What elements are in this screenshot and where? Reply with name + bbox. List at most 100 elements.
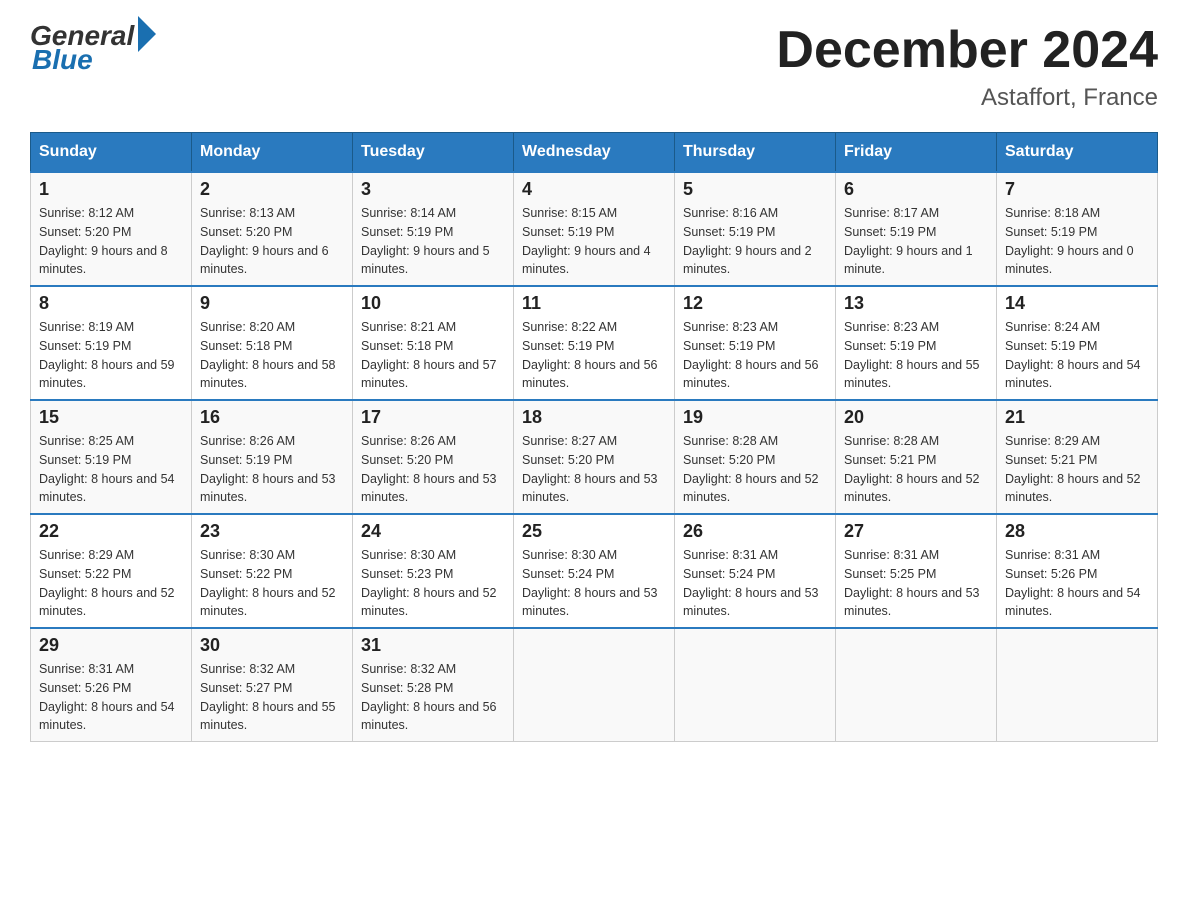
calendar-week-row: 22 Sunrise: 8:29 AMSunset: 5:22 PMDayligh…	[31, 514, 1158, 628]
day-info: Sunrise: 8:17 AMSunset: 5:19 PMDaylight:…	[844, 204, 988, 279]
col-header-sunday: Sunday	[31, 133, 192, 173]
calendar-week-row: 29 Sunrise: 8:31 AMSunset: 5:26 PMDayligh…	[31, 628, 1158, 742]
day-info: Sunrise: 8:22 AMSunset: 5:19 PMDaylight:…	[522, 318, 666, 393]
day-info: Sunrise: 8:26 AMSunset: 5:19 PMDaylight:…	[200, 432, 344, 507]
day-number: 11	[522, 293, 666, 314]
day-info: Sunrise: 8:26 AMSunset: 5:20 PMDaylight:…	[361, 432, 505, 507]
day-number: 16	[200, 407, 344, 428]
calendar-cell	[836, 628, 997, 742]
calendar-cell	[675, 628, 836, 742]
calendar-header-row: SundayMondayTuesdayWednesdayThursdayFrid…	[31, 133, 1158, 173]
calendar-cell: 9 Sunrise: 8:20 AMSunset: 5:18 PMDaylight…	[192, 286, 353, 400]
day-number: 27	[844, 521, 988, 542]
calendar-cell: 21 Sunrise: 8:29 AMSunset: 5:21 PMDayligh…	[997, 400, 1158, 514]
calendar-week-row: 8 Sunrise: 8:19 AMSunset: 5:19 PMDaylight…	[31, 286, 1158, 400]
day-number: 5	[683, 179, 827, 200]
col-header-tuesday: Tuesday	[353, 133, 514, 173]
day-info: Sunrise: 8:32 AMSunset: 5:28 PMDaylight:…	[361, 660, 505, 735]
day-info: Sunrise: 8:28 AMSunset: 5:20 PMDaylight:…	[683, 432, 827, 507]
day-info: Sunrise: 8:19 AMSunset: 5:19 PMDaylight:…	[39, 318, 183, 393]
calendar-cell: 4 Sunrise: 8:15 AMSunset: 5:19 PMDaylight…	[514, 172, 675, 286]
day-info: Sunrise: 8:29 AMSunset: 5:22 PMDaylight:…	[39, 546, 183, 621]
day-number: 2	[200, 179, 344, 200]
day-number: 29	[39, 635, 183, 656]
calendar-cell: 16 Sunrise: 8:26 AMSunset: 5:19 PMDayligh…	[192, 400, 353, 514]
day-info: Sunrise: 8:32 AMSunset: 5:27 PMDaylight:…	[200, 660, 344, 735]
day-number: 1	[39, 179, 183, 200]
calendar-cell: 27 Sunrise: 8:31 AMSunset: 5:25 PMDayligh…	[836, 514, 997, 628]
col-header-monday: Monday	[192, 133, 353, 173]
logo-arrow-icon	[138, 16, 156, 52]
day-number: 10	[361, 293, 505, 314]
day-info: Sunrise: 8:18 AMSunset: 5:19 PMDaylight:…	[1005, 204, 1149, 279]
day-number: 14	[1005, 293, 1149, 314]
day-number: 15	[39, 407, 183, 428]
calendar-cell: 13Sunrise: 8:23 AMSunset: 5:19 PMDayligh…	[836, 286, 997, 400]
day-info: Sunrise: 8:30 AMSunset: 5:24 PMDaylight:…	[522, 546, 666, 621]
day-info: Sunrise: 8:15 AMSunset: 5:19 PMDaylight:…	[522, 204, 666, 279]
calendar-cell: 26Sunrise: 8:31 AMSunset: 5:24 PMDayligh…	[675, 514, 836, 628]
day-number: 4	[522, 179, 666, 200]
day-number: 22	[39, 521, 183, 542]
day-info: Sunrise: 8:27 AMSunset: 5:20 PMDaylight:…	[522, 432, 666, 507]
day-info: Sunrise: 8:13 AMSunset: 5:20 PMDaylight:…	[200, 204, 344, 279]
calendar-cell	[514, 628, 675, 742]
page-header: General Blue December 2024 Astaffort, Fr…	[30, 20, 1158, 112]
day-number: 26	[683, 521, 827, 542]
calendar-cell: 3 Sunrise: 8:14 AMSunset: 5:19 PMDaylight…	[353, 172, 514, 286]
col-header-wednesday: Wednesday	[514, 133, 675, 173]
calendar-cell: 31 Sunrise: 8:32 AMSunset: 5:28 PMDayligh…	[353, 628, 514, 742]
logo-blue-text: Blue	[32, 44, 93, 76]
day-number: 8	[39, 293, 183, 314]
day-number: 23	[200, 521, 344, 542]
day-info: Sunrise: 8:12 AMSunset: 5:20 PMDaylight:…	[39, 204, 183, 279]
day-number: 18	[522, 407, 666, 428]
day-info: Sunrise: 8:20 AMSunset: 5:18 PMDaylight:…	[200, 318, 344, 393]
day-number: 7	[1005, 179, 1149, 200]
day-info: Sunrise: 8:23 AMSunset: 5:19 PMDaylight:…	[844, 318, 988, 393]
calendar-cell: 11 Sunrise: 8:22 AMSunset: 5:19 PMDayligh…	[514, 286, 675, 400]
day-info: Sunrise: 8:25 AMSunset: 5:19 PMDaylight:…	[39, 432, 183, 507]
month-title: December 2024	[776, 20, 1158, 80]
day-info: Sunrise: 8:16 AMSunset: 5:19 PMDaylight:…	[683, 204, 827, 279]
calendar-cell: 22 Sunrise: 8:29 AMSunset: 5:22 PMDayligh…	[31, 514, 192, 628]
day-number: 21	[1005, 407, 1149, 428]
day-number: 30	[200, 635, 344, 656]
day-info: Sunrise: 8:23 AMSunset: 5:19 PMDaylight:…	[683, 318, 827, 393]
day-number: 31	[361, 635, 505, 656]
day-info: Sunrise: 8:28 AMSunset: 5:21 PMDaylight:…	[844, 432, 988, 507]
calendar-cell: 24Sunrise: 8:30 AMSunset: 5:23 PMDayligh…	[353, 514, 514, 628]
col-header-thursday: Thursday	[675, 133, 836, 173]
calendar-cell: 6Sunrise: 8:17 AMSunset: 5:19 PMDaylight…	[836, 172, 997, 286]
day-info: Sunrise: 8:31 AMSunset: 5:26 PMDaylight:…	[1005, 546, 1149, 621]
day-info: Sunrise: 8:14 AMSunset: 5:19 PMDaylight:…	[361, 204, 505, 279]
title-block: December 2024 Astaffort, France	[776, 20, 1158, 112]
day-info: Sunrise: 8:31 AMSunset: 5:25 PMDaylight:…	[844, 546, 988, 621]
day-number: 20	[844, 407, 988, 428]
calendar-cell: 2 Sunrise: 8:13 AMSunset: 5:20 PMDaylight…	[192, 172, 353, 286]
calendar-cell: 10Sunrise: 8:21 AMSunset: 5:18 PMDayligh…	[353, 286, 514, 400]
location-title: Astaffort, France	[776, 84, 1158, 112]
day-info: Sunrise: 8:24 AMSunset: 5:19 PMDaylight:…	[1005, 318, 1149, 393]
day-info: Sunrise: 8:29 AMSunset: 5:21 PMDaylight:…	[1005, 432, 1149, 507]
calendar-week-row: 1 Sunrise: 8:12 AMSunset: 5:20 PMDaylight…	[31, 172, 1158, 286]
calendar-cell: 17 Sunrise: 8:26 AMSunset: 5:20 PMDayligh…	[353, 400, 514, 514]
day-info: Sunrise: 8:30 AMSunset: 5:22 PMDaylight:…	[200, 546, 344, 621]
day-info: Sunrise: 8:31 AMSunset: 5:26 PMDaylight:…	[39, 660, 183, 735]
day-number: 25	[522, 521, 666, 542]
col-header-friday: Friday	[836, 133, 997, 173]
calendar-cell: 28Sunrise: 8:31 AMSunset: 5:26 PMDayligh…	[997, 514, 1158, 628]
calendar-cell: 30 Sunrise: 8:32 AMSunset: 5:27 PMDayligh…	[192, 628, 353, 742]
day-number: 3	[361, 179, 505, 200]
calendar-cell: 15 Sunrise: 8:25 AMSunset: 5:19 PMDayligh…	[31, 400, 192, 514]
calendar-cell: 7 Sunrise: 8:18 AMSunset: 5:19 PMDaylight…	[997, 172, 1158, 286]
day-number: 24	[361, 521, 505, 542]
logo: General Blue	[30, 20, 156, 76]
calendar-cell: 20 Sunrise: 8:28 AMSunset: 5:21 PMDayligh…	[836, 400, 997, 514]
calendar-cell: 25 Sunrise: 8:30 AMSunset: 5:24 PMDayligh…	[514, 514, 675, 628]
day-number: 9	[200, 293, 344, 314]
day-number: 12	[683, 293, 827, 314]
calendar-cell: 1 Sunrise: 8:12 AMSunset: 5:20 PMDaylight…	[31, 172, 192, 286]
day-number: 19	[683, 407, 827, 428]
day-number: 17	[361, 407, 505, 428]
